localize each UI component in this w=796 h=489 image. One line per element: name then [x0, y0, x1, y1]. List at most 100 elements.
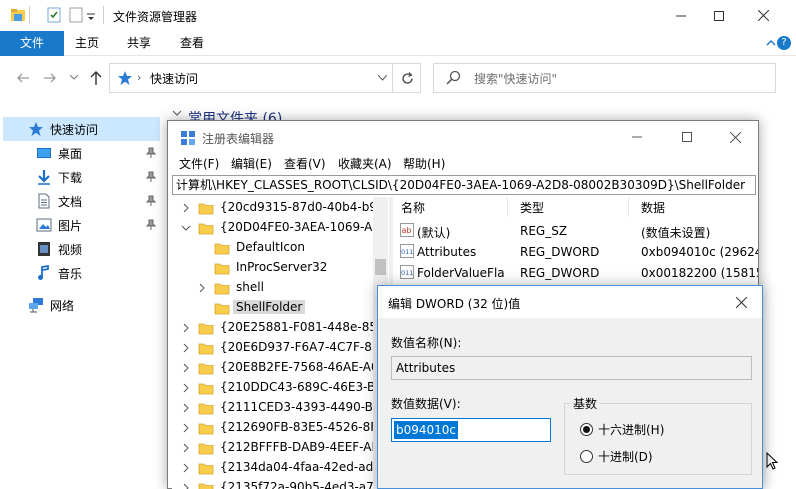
pin-icon[interactable] [146, 147, 156, 159]
download-icon [38, 170, 50, 185]
pin-icon[interactable] [146, 219, 156, 231]
network-icon [29, 298, 43, 313]
chevron-right-icon[interactable] [180, 382, 192, 394]
desktop-icon [37, 148, 51, 158]
tab-share[interactable]: 共享 [115, 31, 163, 56]
tree-node[interactable]: shell [172, 278, 388, 298]
document-icon [38, 193, 50, 209]
binary-value-icon: 011 [400, 244, 414, 258]
nav-item-videos[interactable]: 视频 [36, 237, 82, 261]
recent-locations-icon[interactable] [70, 75, 78, 81]
nav-item-pictures[interactable]: 图片 [36, 213, 82, 237]
picture-icon [36, 218, 52, 232]
tree-node[interactable]: DefaultIcon [172, 238, 388, 258]
folder-icon [214, 261, 230, 275]
radio-hexadecimal[interactable]: 十六进制(H) [580, 421, 664, 438]
tree-node[interactable]: {2134da04-4faa-42ed-ada [172, 458, 388, 478]
regedit-maximize-button[interactable] [664, 121, 710, 153]
tab-file[interactable]: 文件 [0, 31, 64, 56]
value-type: REG_SZ [520, 224, 568, 238]
radio-hex-indicator[interactable] [580, 423, 593, 436]
tree-node[interactable]: {212690FB-83E5-4526-8FD [172, 418, 388, 438]
nav-item-documents[interactable]: 文档 [36, 189, 82, 213]
chevron-right-icon[interactable] [180, 402, 192, 414]
address-dropdown-icon[interactable] [378, 75, 387, 81]
tree-node[interactable]: {2111CED3-4393-4490-BA [172, 398, 388, 418]
nav-item-network[interactable]: 网络 [28, 293, 74, 317]
column-header-data[interactable]: 数据 [641, 199, 665, 216]
menu-view[interactable]: 查看(V) [284, 155, 326, 172]
help-icon[interactable]: ? [777, 36, 791, 50]
tree-node[interactable]: {210DDC43-689C-46E3-BD [172, 378, 388, 398]
radio-dec-indicator[interactable] [580, 450, 593, 463]
value-data-text: b094010c [394, 421, 459, 439]
nav-item-label: 文档 [58, 194, 83, 209]
nav-item-quick-access[interactable]: 快速访问 [28, 117, 98, 141]
chevron-right-icon[interactable] [180, 442, 192, 454]
tree-node[interactable]: {20E6D937-F6A7-4C7F-8E6 [172, 338, 388, 358]
chevron-down-icon[interactable] [180, 222, 192, 234]
explorer-scrollbar[interactable] [764, 102, 781, 489]
regedit-close-button[interactable] [712, 121, 758, 153]
nav-item-desktop[interactable]: 桌面 [36, 141, 82, 165]
menu-help[interactable]: 帮助(H) [403, 155, 445, 172]
regedit-minimize-button[interactable] [614, 121, 660, 153]
properties-icon[interactable] [46, 7, 62, 23]
chevron-right-icon[interactable] [180, 462, 192, 474]
tree-node-label: {20E8B2FE-7568-46AE-A0D [220, 360, 388, 374]
chevron-right-icon[interactable] [180, 342, 192, 354]
tree-scrollbar-thumb[interactable] [375, 259, 386, 275]
forward-arrow-icon[interactable] [43, 71, 57, 85]
chevron-right-icon[interactable] [180, 322, 192, 334]
pin-icon[interactable] [146, 171, 156, 183]
pin-icon[interactable] [146, 195, 156, 207]
value-row[interactable]: 011 Attributes REG_DWORD 0xb094010c (296… [393, 242, 758, 262]
chevron-right-icon[interactable] [196, 282, 208, 294]
dialog-close-button[interactable] [730, 292, 752, 312]
customize-quick-access-icon[interactable] [87, 12, 96, 21]
tree-node-label: {20cd9315-87d0-40b4-b92 [220, 200, 385, 214]
section-collapse-icon[interactable] [172, 110, 182, 118]
address-text: 快速访问 [150, 72, 199, 86]
value-row[interactable]: 011 FolderValueFla REG_DWORD 0x00182200 … [393, 263, 758, 283]
tree-node[interactable]: {20D04FE0-3AEA-1069-A2D [172, 218, 388, 238]
radio-decimal[interactable]: 十进制(D) [580, 448, 653, 465]
tree-node[interactable]: {212BFFFB-DAB9-4EEF-AF5 [172, 438, 388, 458]
nav-item-label: 音乐 [58, 266, 83, 281]
expand-ribbon-icon[interactable] [766, 38, 776, 48]
new-folder-icon[interactable] [68, 7, 84, 23]
maximize-button[interactable] [696, 0, 742, 31]
tree-node[interactable]: {20cd9315-87d0-40b4-b92 [172, 198, 388, 218]
close-button[interactable] [740, 0, 786, 31]
value-row[interactable]: ab (默认) REG_SZ (数值未设置) [393, 221, 758, 241]
value-data: 0xb094010c (29624 [641, 245, 758, 259]
tree-node[interactable]: {2135f72a-90b5-4ed3-a7f1 [172, 478, 388, 489]
column-header-name[interactable]: 名称 [401, 199, 425, 216]
nav-item-downloads[interactable]: 下载 [36, 165, 82, 189]
up-arrow-icon[interactable] [89, 70, 103, 86]
regedit-menu-bar: 文件(F) 编辑(E) 查看(V) 收藏夹(A) 帮助(H) [168, 153, 758, 173]
tree-node[interactable]: InProcServer32 [172, 258, 388, 278]
chevron-right-icon[interactable] [180, 482, 192, 489]
menu-file[interactable]: 文件(F) [179, 155, 219, 172]
tree-node[interactable]: {20E25881-F081-448e-85C [172, 318, 388, 338]
back-arrow-icon[interactable] [16, 71, 30, 85]
value-data-input[interactable]: b094010c [391, 418, 551, 442]
tree-node[interactable]: {20E8B2FE-7568-46AE-A0D [172, 358, 388, 378]
tree-node-label: ShellFolder [233, 300, 306, 314]
folder-icon [198, 441, 214, 455]
breadcrumb-separator-icon[interactable]: › [137, 71, 141, 84]
value-name: Attributes [417, 245, 477, 259]
chevron-right-icon[interactable] [180, 422, 192, 434]
tab-view[interactable]: 查看 [168, 31, 216, 56]
chevron-right-icon[interactable] [180, 202, 192, 214]
nav-item-music[interactable]: 音乐 [36, 261, 82, 285]
menu-favorites[interactable]: 收藏夹(A) [338, 155, 392, 172]
refresh-button[interactable] [392, 63, 421, 93]
tree-node[interactable]: ShellFolder [172, 298, 388, 318]
registry-path-bar[interactable]: 计算机\HKEY_CLASSES_ROOT\CLSID\{20D04FE0-3A… [172, 175, 756, 195]
menu-edit[interactable]: 编辑(E) [231, 155, 272, 172]
chevron-right-icon[interactable] [180, 362, 192, 374]
column-header-type[interactable]: 类型 [520, 199, 544, 216]
tab-home[interactable]: 主页 [64, 31, 110, 56]
